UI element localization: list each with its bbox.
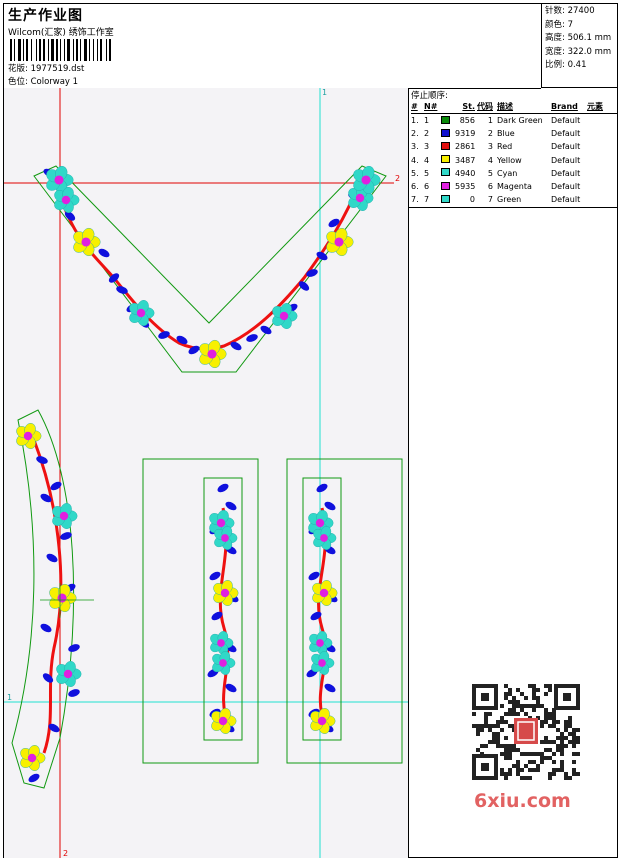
row-description: Magenta	[497, 182, 532, 192]
row-index: 2.	[411, 129, 419, 139]
row-stitches: 5935	[455, 182, 476, 192]
color-swatch-cell	[441, 141, 455, 152]
row-index: 7.	[411, 195, 419, 205]
design-scale: 比例: 0.41	[545, 60, 587, 70]
row-number: 3	[424, 142, 430, 152]
row-stitches: 2861	[455, 142, 476, 152]
color-swatch-cell	[441, 115, 455, 126]
row-number: 5	[424, 168, 430, 178]
design-stats: 针数: 27400 颜色: 7 高度: 506.1 mm 宽度: 322.0 m…	[541, 4, 618, 88]
header-description: 描述	[497, 102, 513, 111]
row-description: Blue	[497, 129, 515, 139]
row-number: 7	[424, 195, 430, 205]
row-index: 3.	[411, 142, 419, 152]
table-row: 1. 1 856 1 Dark Green Default	[411, 114, 617, 127]
header-brand: Brand	[551, 102, 578, 111]
header-index: #	[411, 102, 418, 111]
table-body: 1. 1 856 1 Dark Green Default 2. 2 9319 2 Blue Defa…	[411, 114, 617, 206]
row-description: Yellow	[497, 155, 522, 165]
watermark-logo: 6xiu.com	[474, 790, 571, 812]
colorway-label: 色位: Colorway 1	[8, 77, 79, 87]
qr-code-image	[470, 682, 582, 782]
color-swatch	[441, 155, 450, 164]
neckline-motif	[33, 165, 387, 373]
color-swatch-cell	[441, 128, 455, 139]
row-stitches: 0	[469, 195, 475, 205]
color-swatch-cell	[441, 181, 455, 192]
page-title: 生产作业图	[8, 8, 83, 24]
row-brand: Default	[551, 116, 581, 126]
guide-label-right: 2	[395, 174, 400, 183]
header-element: 元素	[587, 102, 603, 111]
color-swatch	[441, 181, 450, 190]
table-header: # N# St. 代码 描述 Brand 元素	[411, 100, 617, 114]
strip-motif-left	[142, 458, 259, 764]
row-index: 6.	[411, 182, 419, 192]
studio-name: Wilcom(汇家) 绣饰工作室	[8, 28, 114, 38]
row-brand: Default	[551, 142, 581, 152]
row-description: Cyan	[497, 168, 518, 178]
color-swatch-cell	[441, 155, 455, 165]
color-swatch-cell	[441, 168, 455, 178]
design-width: 宽度: 322.0 mm	[545, 46, 612, 57]
row-brand: Default	[551, 155, 581, 165]
row-number: 2	[424, 129, 430, 139]
row-code: 7	[487, 195, 493, 205]
color-swatch	[441, 128, 450, 137]
color-swatch	[441, 115, 450, 124]
color-sequence-table: # N# St. 代码 描述 Brand 元素 1. 1 856 1 Dark Gree…	[411, 100, 617, 206]
row-code: 3	[487, 142, 493, 152]
guide-label-top: 1	[322, 88, 327, 97]
table-row: 2. 2 9319 2 Blue Default	[411, 127, 617, 140]
color-swatch	[441, 168, 450, 177]
table-row: 6. 6 5935 6 Magenta Default	[411, 180, 617, 193]
color-swatch-cell	[441, 194, 455, 205]
side-curve-motif	[11, 409, 82, 789]
row-index: 5.	[411, 168, 419, 178]
table-row: 7. 7 0 7 Green Default	[411, 193, 617, 206]
header-panel: 生产作业图 Wilcom(汇家) 绣饰工作室 花版: 1977519.dst 色…	[4, 4, 541, 89]
row-brand: Default	[551, 129, 581, 139]
row-stitches: 9319	[455, 129, 476, 139]
color-swatch	[441, 194, 450, 203]
row-description: Dark Green	[497, 116, 543, 126]
row-stitches: 3487	[455, 155, 476, 165]
strip-motif-right	[286, 458, 403, 764]
header-number: N#	[424, 102, 438, 111]
row-stitches: 4940	[455, 168, 476, 178]
table-row: 3. 3 2861 3 Red Default	[411, 140, 617, 153]
row-stitches: 856	[459, 116, 475, 126]
row-code: 5	[487, 168, 493, 178]
row-brand: Default	[551, 168, 581, 178]
row-number: 1	[424, 116, 430, 126]
row-number: 4	[424, 155, 430, 165]
table-row: 4. 4 3487 4 Yellow Default	[411, 154, 617, 167]
barcode	[10, 39, 111, 61]
row-number: 6	[424, 182, 430, 192]
row-description: Green	[497, 195, 522, 205]
embroidery-preview: 1 2 1 2	[4, 88, 408, 858]
design-canvas: 1 2 1 2	[4, 88, 408, 858]
guide-label-left: 1	[7, 693, 12, 702]
table-divider	[409, 207, 618, 208]
table-row: 5. 5 4940 5 Cyan Default	[411, 167, 617, 180]
row-code: 1	[487, 116, 493, 126]
design-height: 高度: 506.1 mm	[545, 33, 612, 43]
row-index: 1.	[411, 116, 419, 126]
row-code: 4	[487, 155, 493, 165]
header-stitches: St.	[462, 102, 475, 111]
row-index: 4.	[411, 155, 419, 165]
row-brand: Default	[551, 195, 581, 205]
row-description: Red	[497, 142, 513, 152]
design-file-label: 花版: 1977519.dst	[8, 64, 85, 74]
color-swatch	[441, 141, 450, 150]
header-code: 代码	[477, 102, 493, 111]
row-brand: Default	[551, 182, 581, 192]
stitch-count: 针数: 27400	[545, 6, 595, 16]
guide-label-bottom: 2	[63, 849, 68, 858]
row-code: 6	[487, 182, 493, 192]
row-code: 2	[487, 129, 493, 139]
color-count: 颜色: 7	[545, 19, 573, 30]
